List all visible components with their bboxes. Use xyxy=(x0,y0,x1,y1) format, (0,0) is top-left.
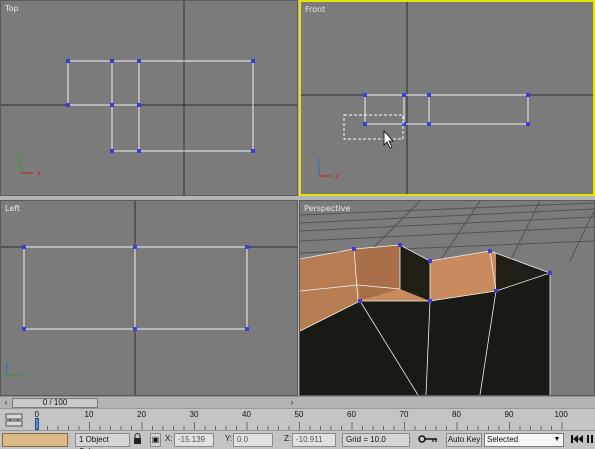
perspective-viewport-canvas xyxy=(300,201,594,395)
trackbar-tick-label: 30 xyxy=(189,410,199,419)
selection-marquee xyxy=(343,114,404,140)
status-bar: 1 Object Sele ▣ X: -15.139 Y: 0.0 Z: -10… xyxy=(0,430,595,449)
front-viewport-canvas: x z xyxy=(301,2,593,194)
trackbar-tick-label: 80 xyxy=(452,410,461,419)
svg-text:x: x xyxy=(37,170,41,177)
trackbar-tick-label: 90 xyxy=(504,410,514,419)
z-label: Z: xyxy=(284,434,292,443)
left-wireframe xyxy=(23,246,248,330)
viewport-label-top[interactable]: Top xyxy=(5,4,19,13)
lock-icon[interactable] xyxy=(133,433,143,447)
x-coordinate-field[interactable]: -15.139 xyxy=(174,433,214,447)
z-coordinate-field[interactable]: -10.911 xyxy=(292,433,336,447)
front-wireframe xyxy=(364,94,529,125)
curve-editor-icon[interactable] xyxy=(5,412,23,428)
left-axis-tripod: y xyxy=(6,363,25,379)
trackbar-tick-label: 10 xyxy=(84,410,94,419)
x-label: X: xyxy=(165,434,173,443)
mouse-cursor-icon xyxy=(383,129,394,149)
perspective-box xyxy=(300,245,550,395)
trackbar-tick-label: 20 xyxy=(137,410,146,419)
top-axis-tripod: x y xyxy=(19,154,41,177)
absolute-mode-icon[interactable]: ▣ xyxy=(150,433,161,447)
selection-status: 1 Object Sele xyxy=(75,433,130,449)
trackbar-tick-label: 100 xyxy=(554,410,568,419)
viewport-top[interactable]: x y Top xyxy=(0,0,298,196)
grid-size-display: Grid = 10.0 xyxy=(342,433,410,447)
viewport-perspective[interactable]: Perspective xyxy=(299,200,595,396)
front-axis-tripod: x z xyxy=(317,157,339,180)
key-filter-select[interactable]: Selected ▼ xyxy=(484,433,564,447)
viewport-front[interactable]: x z Front xyxy=(299,0,595,196)
chevron-right-icon[interactable]: › xyxy=(286,397,298,408)
viewport-label-front[interactable]: Front xyxy=(305,5,325,14)
y-label: Y: xyxy=(225,434,233,443)
go-to-start-icon[interactable] xyxy=(570,433,584,447)
key-icon[interactable] xyxy=(418,433,440,447)
y-coordinate-field[interactable]: 0.0 xyxy=(233,433,273,447)
viewport-left[interactable]: y Left xyxy=(0,200,298,396)
trackbar-tick-label: 70 xyxy=(399,410,409,419)
trackbar-ticks xyxy=(36,422,563,430)
time-slider-right-area xyxy=(298,396,595,408)
viewport-label-perspective[interactable]: Perspective xyxy=(304,204,350,213)
trackbar-tick-label: 60 xyxy=(347,410,356,419)
svg-text:y: y xyxy=(21,372,25,379)
time-cursor[interactable] xyxy=(35,418,39,430)
time-slider[interactable]: ‹ 0 / 100 › xyxy=(0,396,298,408)
left-viewport-canvas: y xyxy=(1,201,297,395)
key-filter-value: Selected xyxy=(487,435,519,444)
trackbar[interactable]: 0 10 20 30 40 50 60 70 80 90 100 xyxy=(0,408,595,430)
chevron-down-icon[interactable]: ▼ xyxy=(552,435,562,445)
trackbar-tick-label: 50 xyxy=(294,410,304,419)
front-vertices xyxy=(363,93,530,126)
viewport-label-left[interactable]: Left xyxy=(5,204,20,213)
trackbar-tick-label: 40 xyxy=(242,410,251,419)
maxscript-listener-field[interactable] xyxy=(2,433,68,447)
previous-frame-icon[interactable] xyxy=(586,433,595,447)
max-window: x y Top x z Front y Left Perspective ‹ 0… xyxy=(0,0,595,449)
time-slider-position: 0 / 100 xyxy=(42,398,68,407)
svg-text:x: x xyxy=(335,173,339,180)
time-slider-thumb[interactable]: 0 / 100 xyxy=(12,398,98,408)
top-wireframe xyxy=(67,60,254,152)
svg-text:y: y xyxy=(19,154,23,161)
top-viewport-canvas: x y xyxy=(1,1,297,195)
auto-key-button[interactable]: Auto Key xyxy=(446,433,482,447)
chevron-left-icon[interactable]: ‹ xyxy=(0,397,12,408)
svg-text:z: z xyxy=(317,157,320,164)
top-vertices xyxy=(66,59,255,153)
